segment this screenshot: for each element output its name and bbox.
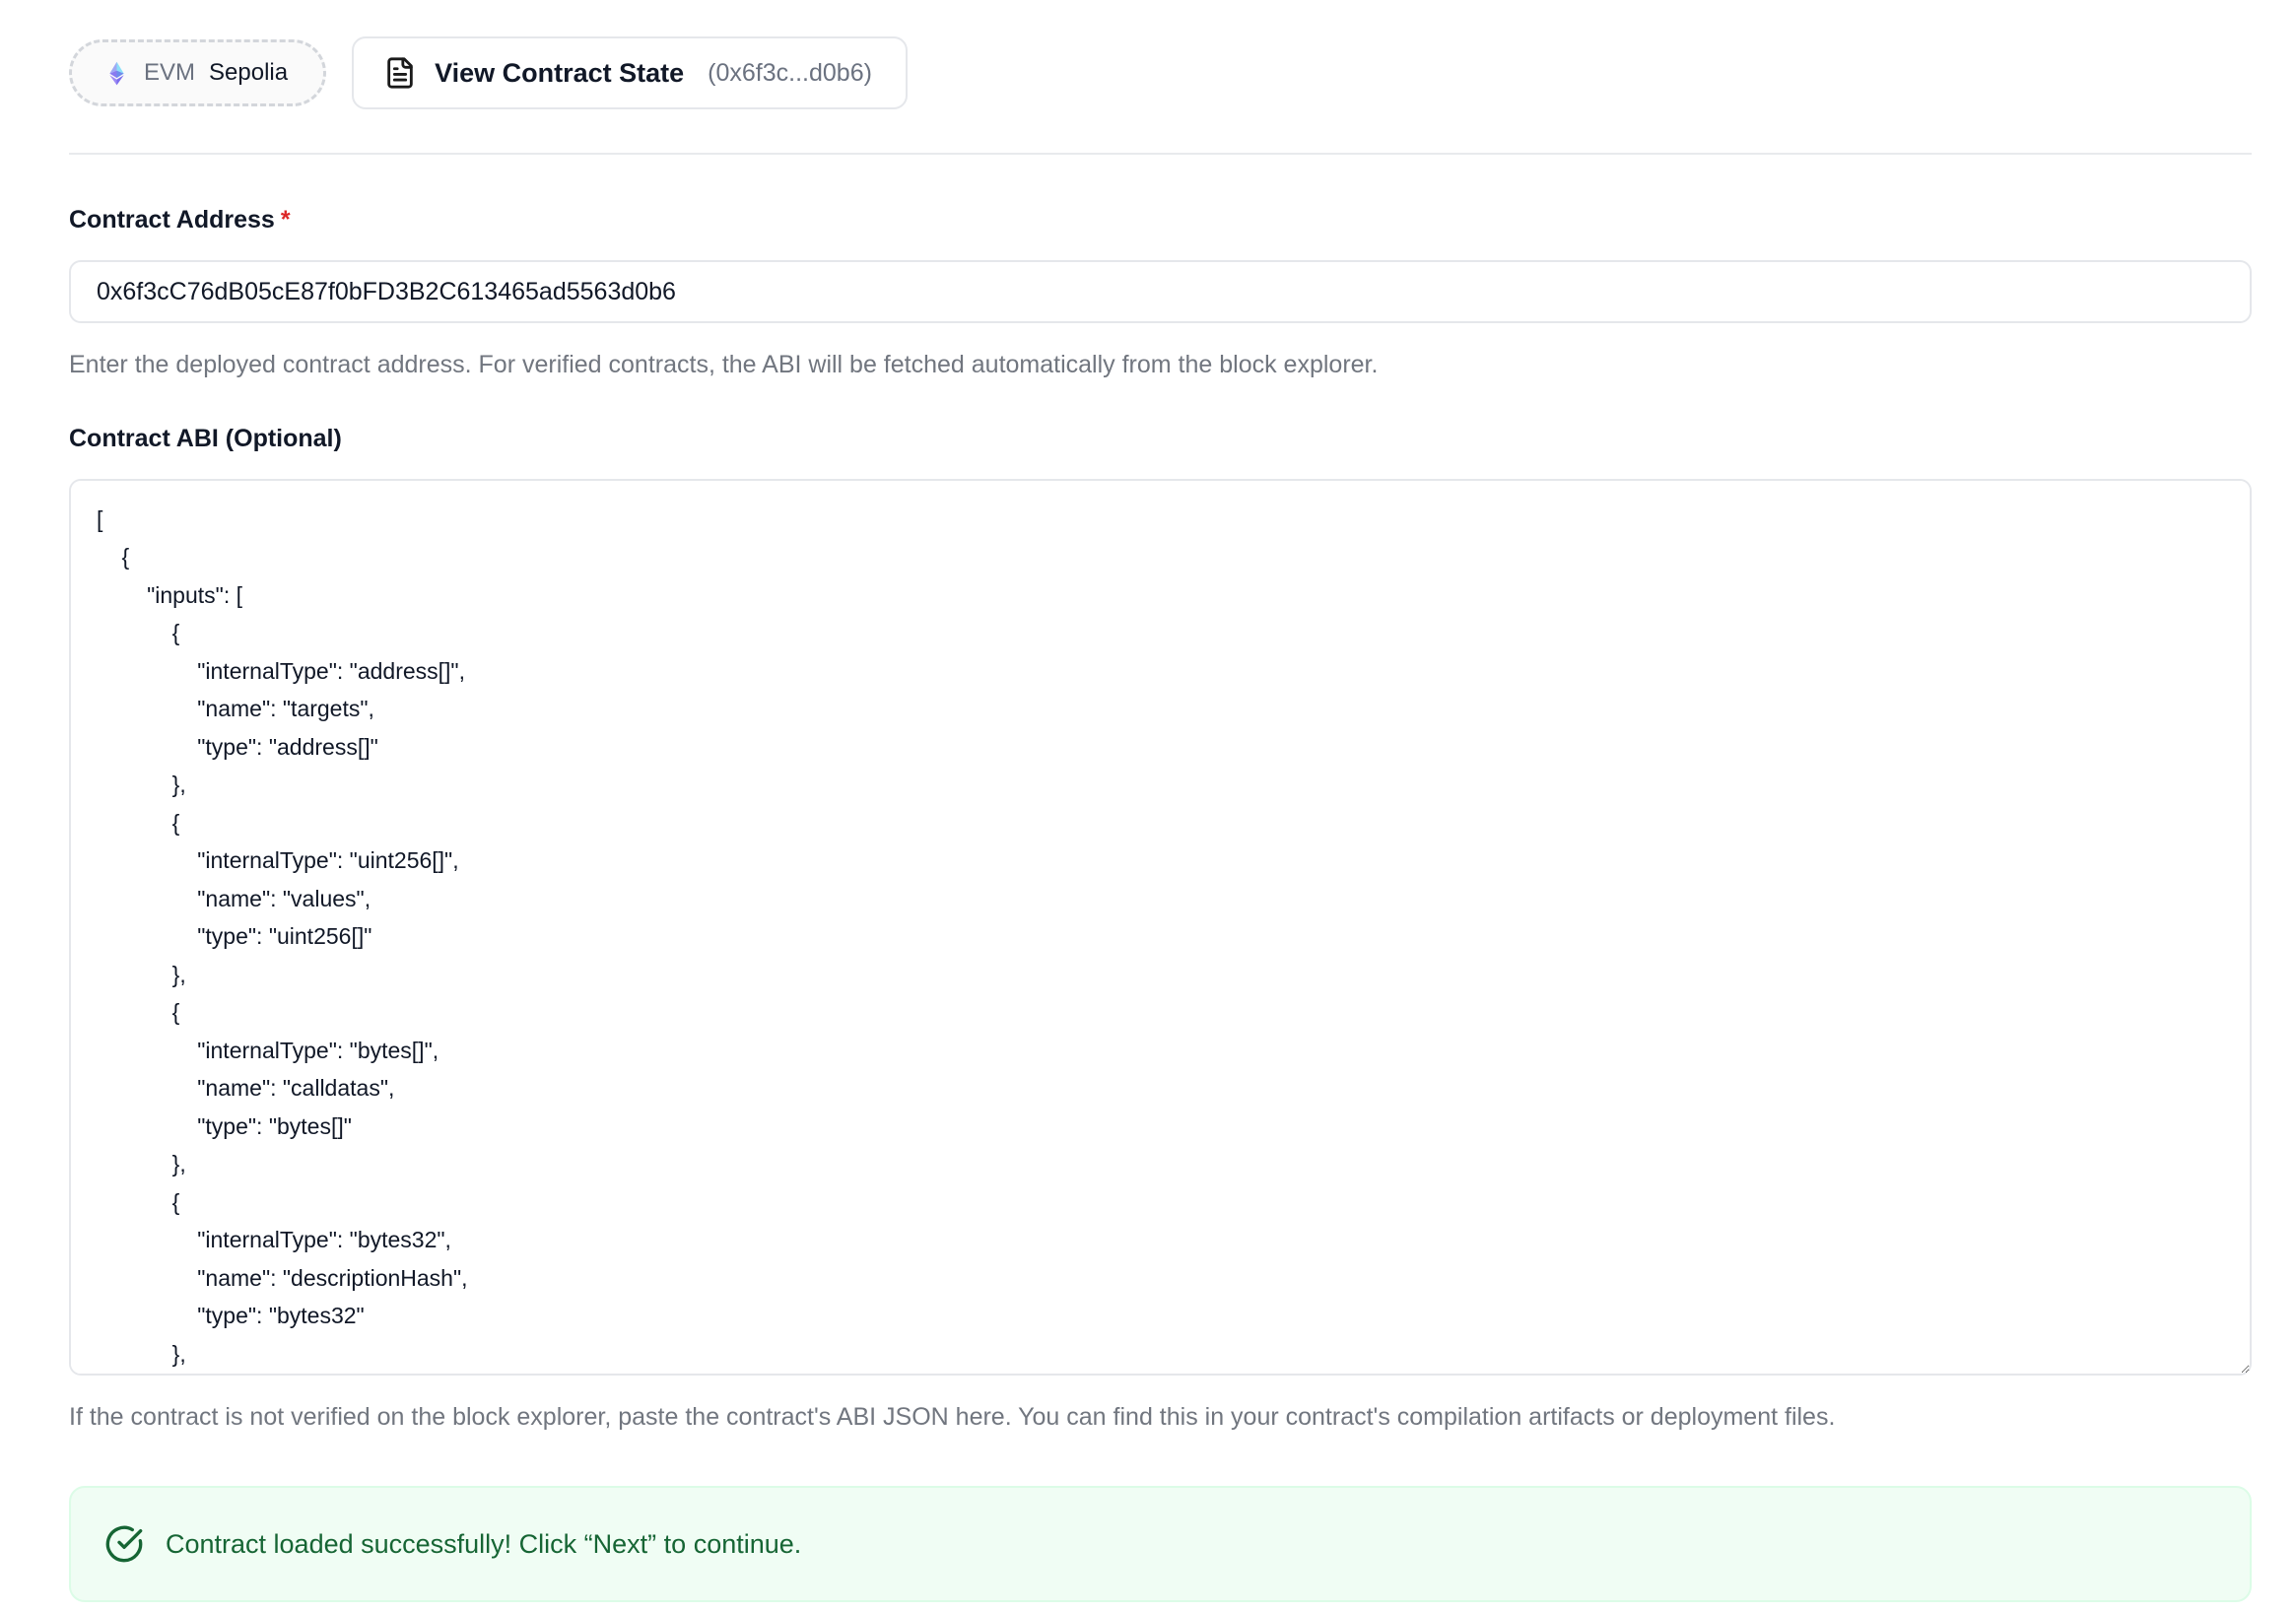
document-icon <box>383 56 417 90</box>
ethereum-icon <box>103 60 130 87</box>
contract-address-hint: Enter the deployed contract address. For… <box>69 349 2252 381</box>
contract-abi-textarea[interactable]: [ { "inputs": [ { "internalType": "addre… <box>69 479 2252 1376</box>
contract-abi-label: Contract ABI (Optional) <box>69 425 2252 453</box>
network-name: Sepolia <box>209 59 288 87</box>
success-banner: Contract loaded successfully! Click “Nex… <box>69 1486 2252 1602</box>
chain-label: EVM <box>144 59 195 87</box>
contract-abi-hint: If the contract is not verified on the b… <box>69 1401 2252 1434</box>
view-contract-state-page: EVM Sepolia View Contract State (0x6f3c.… <box>0 0 2296 1612</box>
contract-address-input[interactable] <box>69 260 2252 323</box>
success-message: Contract loaded successfully! Click “Nex… <box>166 1529 801 1560</box>
contract-address-label-text: Contract Address <box>69 206 275 234</box>
network-badge[interactable]: EVM Sepolia <box>69 39 326 106</box>
circle-check-icon <box>104 1524 144 1564</box>
contract-address-label: Contract Address* <box>69 206 2252 235</box>
required-asterisk: * <box>281 206 291 234</box>
tab-address-short: (0x6f3c...d0b6) <box>708 59 872 88</box>
header-row: EVM Sepolia View Contract State (0x6f3c.… <box>69 36 2252 109</box>
tab-label: View Contract State <box>435 58 684 89</box>
header-divider <box>69 153 2252 155</box>
view-contract-state-tab[interactable]: View Contract State (0x6f3c...d0b6) <box>352 36 908 109</box>
